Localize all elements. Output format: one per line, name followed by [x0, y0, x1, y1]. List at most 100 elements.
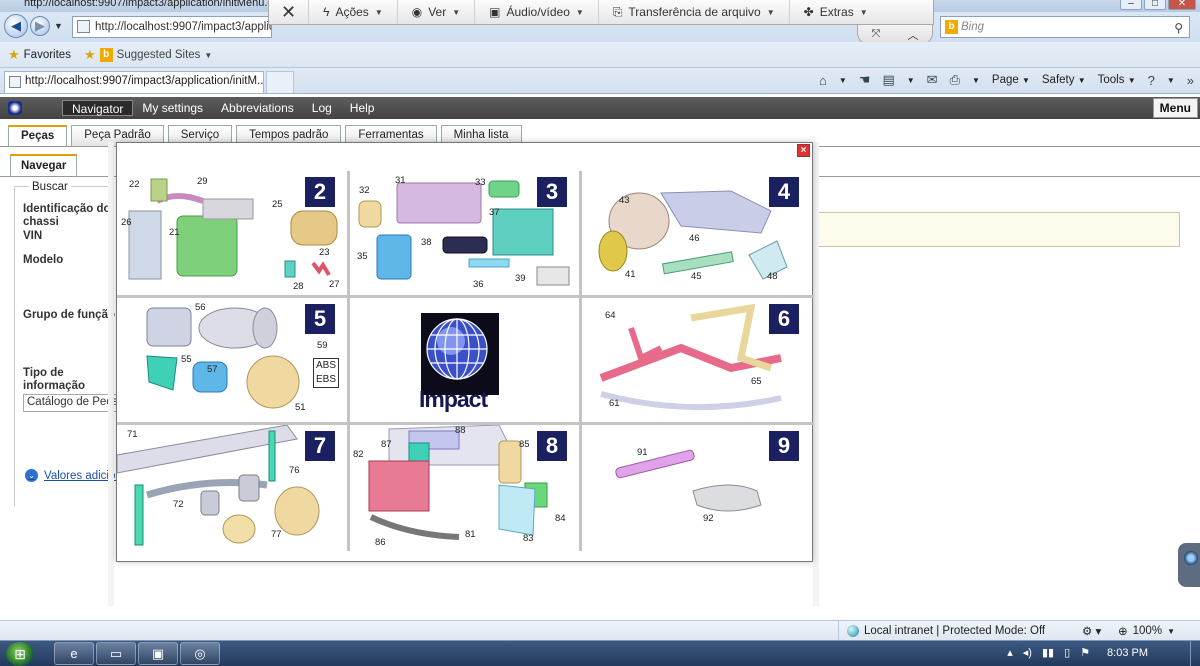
file-transfer-menu[interactable]: ⎘ Transferência de arquivo ▼	[599, 0, 790, 24]
new-tab-button[interactable]	[266, 71, 294, 93]
extras-label: Extras	[819, 5, 854, 19]
minimize-icon[interactable]: –	[1120, 0, 1142, 10]
modal-gutter-left	[108, 142, 114, 606]
maximize-icon[interactable]: □	[1144, 0, 1166, 10]
suggested-sites-button[interactable]: ★ b Suggested Sites ▼	[84, 47, 212, 63]
mail-icon[interactable]: ✉	[927, 72, 938, 88]
hand-icon[interactable]: ☚	[859, 72, 871, 88]
part-label: 23	[319, 247, 330, 258]
group-number: 8	[537, 431, 567, 461]
more-icon[interactable]: »	[1187, 73, 1194, 88]
close-remote-icon[interactable]: ✕	[269, 0, 310, 24]
group-cell-5[interactable]: 5 56 59 55 57 51 ABS EBS	[117, 298, 347, 422]
protected-mode-icon[interactable]: ⚙ ▾	[1082, 624, 1101, 638]
network-icon[interactable]: ▮▮	[1042, 646, 1054, 659]
nav-navigator[interactable]: Navigator	[62, 100, 134, 116]
show-desktop-button[interactable]	[1190, 641, 1200, 666]
back-button[interactable]: ◀	[4, 14, 28, 38]
part-label: 26	[121, 217, 132, 228]
tab-navegar[interactable]: Navegar	[10, 154, 78, 176]
group-cell-8[interactable]: 8 88 87 85 82 84 81 83 86	[349, 425, 579, 549]
acoes-menu[interactable]: ϟ Ações ▼	[309, 0, 398, 24]
zoom-level: 100%	[1132, 625, 1163, 637]
chevron-down-icon[interactable]: ▼	[1167, 76, 1175, 85]
nav-help[interactable]: Help	[341, 100, 384, 116]
feed-icon[interactable]: ▤	[882, 72, 894, 88]
fullscreen-icon[interactable]: ⤧	[872, 28, 881, 41]
menu-button[interactable]: Menu	[1152, 98, 1198, 118]
battery-icon[interactable]: ▯	[1064, 646, 1070, 659]
group-cell-3[interactable]: 3 32 31 33 37 35 38 36 39	[349, 171, 579, 295]
forward-button[interactable]: ▶	[30, 16, 50, 36]
chassis-label: Identificação do chassi	[23, 203, 111, 228]
group-number: 7	[305, 431, 335, 461]
eye-icon: ◉	[411, 5, 423, 19]
group-cell-7[interactable]: 7 71 76 72 77	[117, 425, 347, 549]
part-label: 55	[181, 354, 192, 365]
close-window-icon[interactable]: ✕	[1168, 0, 1196, 10]
volume-icon[interactable]: ◂)	[1023, 646, 1032, 659]
impact-logo-text: Impact	[419, 386, 488, 412]
group-cell-6[interactable]: 6 64 61 65	[581, 298, 811, 422]
chevron-up-icon[interactable]: ︿	[907, 27, 918, 43]
nav-log[interactable]: Log	[303, 100, 341, 116]
nav-my-settings[interactable]: My settings	[133, 100, 212, 116]
window-controls: – □ ✕	[1120, 0, 1196, 10]
close-icon[interactable]: ×	[797, 144, 810, 157]
address-bar[interactable]: http://localhost:9907/impact3/applicatio…	[72, 16, 272, 38]
eye-icon	[1184, 551, 1198, 565]
tray-expand-icon[interactable]: ▴	[1007, 646, 1013, 659]
part-label: 91	[637, 447, 648, 458]
search-input[interactable]: b Bing ⚲	[940, 16, 1190, 38]
ie-taskbar-icon[interactable]: e	[54, 642, 94, 665]
home-icon[interactable]: ⌂	[819, 73, 827, 88]
part-label: 82	[353, 449, 364, 460]
explorer-taskbar-icon[interactable]: ▭	[96, 642, 136, 665]
app-nav-bar: Navigator My settings Abbreviations Log …	[0, 97, 1200, 119]
history-dropdown-icon[interactable]: ▼	[54, 21, 63, 31]
tab-pecas[interactable]: Peças	[8, 125, 68, 147]
safety-menu[interactable]: Safety ▼	[1042, 74, 1086, 86]
search-icon[interactable]: ⚲	[1174, 18, 1183, 38]
part-label: 51	[295, 402, 306, 413]
group-cell-4[interactable]: 4 43 46 41 45 48	[581, 171, 811, 295]
part-label: 45	[691, 271, 702, 282]
audio-video-menu[interactable]: ▣ Áudio/vídeo ▼	[475, 0, 599, 24]
part-label: 21	[169, 227, 180, 238]
remote-side-widget[interactable]	[1178, 543, 1200, 587]
action-center-icon[interactable]: ⚑	[1080, 646, 1090, 659]
app-taskbar-icon[interactable]: ▣	[138, 642, 178, 665]
extras-menu[interactable]: ✤ Extras ▼	[790, 0, 882, 24]
favorites-button[interactable]: ★ Favorites	[8, 47, 71, 63]
part-label: 41	[625, 269, 636, 280]
nav-abbreviations[interactable]: Abbreviations	[212, 100, 303, 116]
part-label: 37	[489, 207, 500, 218]
chevron-down-icon[interactable]: ▼	[972, 76, 980, 85]
zoom-control[interactable]: ⊕ 100% ▼	[1118, 624, 1175, 638]
group-number: 2	[305, 177, 335, 207]
security-zone[interactable]: Local intranet | Protected Mode: Off	[838, 621, 1053, 640]
group-cell-2[interactable]: 2 22 29 25 26 21 23 28 27	[117, 171, 347, 295]
tools-menu[interactable]: Tools ▼	[1098, 74, 1136, 86]
taskbar: ⊞ e ▭ ▣ ◎ ▴ ◂) ▮▮ ▯ ⚑ 8:03 PM	[0, 640, 1200, 666]
chevron-down-icon: ⌄	[25, 469, 38, 482]
impact-globe-icon	[421, 313, 499, 395]
chevron-down-icon[interactable]: ▼	[907, 76, 915, 85]
search-panel: Buscar Identificação do chassi VIN Model…	[14, 181, 136, 506]
print-icon[interactable]: ⎙	[950, 72, 960, 88]
chevron-down-icon[interactable]: ▼	[839, 76, 847, 85]
acoes-label: Ações	[335, 5, 369, 19]
group-cell-9[interactable]: 9 91 92	[581, 425, 811, 549]
remote-taskbar-icon[interactable]: ◎	[180, 642, 220, 665]
part-label: 85	[519, 439, 530, 450]
clock[interactable]: 8:03 PM	[1107, 647, 1148, 659]
zoom-icon: ⊕	[1118, 626, 1128, 638]
start-button[interactable]: ⊞	[6, 642, 34, 666]
part-label: 48	[767, 271, 778, 282]
part-label: 64	[605, 310, 616, 321]
ver-menu[interactable]: ◉ Ver ▼	[398, 0, 476, 24]
browser-tab[interactable]: http://localhost:9907/impact3/applicatio…	[4, 71, 264, 93]
page-menu[interactable]: Page ▼	[992, 74, 1030, 86]
group-number: 6	[769, 304, 799, 334]
help-icon[interactable]: ?	[1148, 73, 1155, 88]
